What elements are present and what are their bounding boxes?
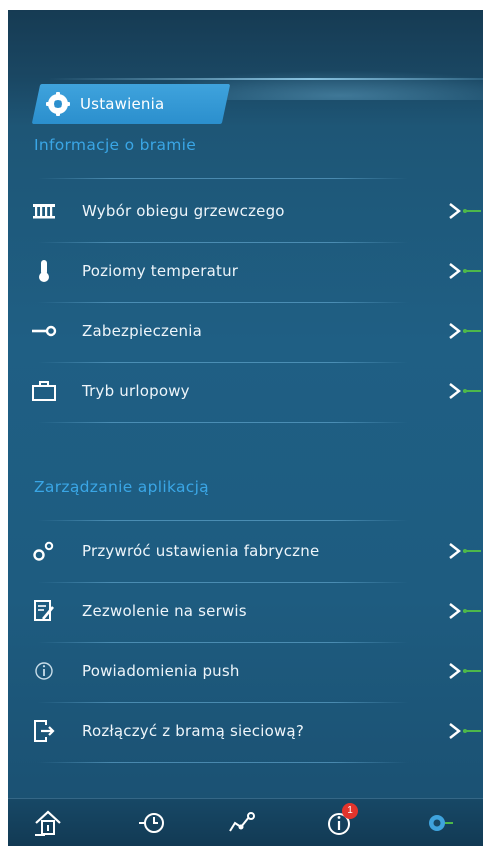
info-icon bbox=[30, 657, 58, 685]
nav-settings-button[interactable] bbox=[418, 805, 458, 841]
home-icon bbox=[35, 810, 61, 836]
divider bbox=[38, 422, 408, 423]
notification-badge: 1 bbox=[342, 803, 358, 819]
factory-reset-icon bbox=[30, 537, 58, 565]
chevron-right-icon bbox=[449, 543, 481, 559]
menu-item-vacation-mode[interactable]: Tryb urlopowy bbox=[30, 362, 483, 420]
menu-item-factory-reset[interactable]: Przywróć ustawienia fabryczne bbox=[30, 522, 483, 580]
system-graph-icon bbox=[229, 812, 255, 832]
heating-circuit-icon bbox=[30, 197, 58, 225]
key-icon bbox=[30, 317, 58, 345]
menu-item-label: Powiadomienia push bbox=[82, 662, 240, 680]
chevron-right-icon bbox=[449, 383, 481, 399]
chevron-right-icon bbox=[449, 663, 481, 679]
settings-screen: Ustawienia Informacje o bramie Wybór obi… bbox=[8, 10, 483, 846]
menu-item-disconnect-gateway[interactable]: Rozłączyć z bramą sieciową? bbox=[30, 702, 483, 760]
section-title-app-management: Zarządzanie aplikacją bbox=[34, 478, 209, 496]
chevron-right-icon bbox=[449, 203, 481, 219]
settings-tab[interactable]: Ustawienia bbox=[46, 84, 165, 124]
gear-icon bbox=[429, 815, 453, 831]
menu-item-label: Zezwolenie na serwis bbox=[82, 602, 247, 620]
menu-item-heating-circuit[interactable]: Wybór obiegu grzewczego bbox=[30, 182, 483, 240]
nav-system-button[interactable] bbox=[222, 805, 262, 841]
menu-item-push-notifications[interactable]: Powiadomienia push bbox=[30, 642, 483, 700]
chevron-right-icon bbox=[449, 723, 481, 739]
bottom-navigation: 1 bbox=[8, 798, 483, 846]
section-title-gateway-info: Informacje o bramie bbox=[34, 136, 197, 154]
chevron-right-icon bbox=[449, 603, 481, 619]
divider bbox=[38, 520, 408, 521]
menu-item-label: Przywróć ustawienia fabryczne bbox=[82, 542, 320, 560]
tab-label: Ustawienia bbox=[80, 95, 165, 113]
gear-icon bbox=[46, 92, 70, 116]
nav-home-button[interactable] bbox=[28, 805, 68, 841]
menu-item-label: Wybór obiegu grzewczego bbox=[82, 202, 285, 220]
chevron-right-icon bbox=[449, 263, 481, 279]
thermometer-icon bbox=[30, 257, 58, 285]
nav-history-button[interactable] bbox=[132, 805, 172, 841]
history-icon bbox=[139, 813, 164, 833]
menu-item-security[interactable]: Zabezpieczenia bbox=[30, 302, 483, 360]
menu-item-label: Zabezpieczenia bbox=[82, 322, 203, 340]
chevron-right-icon bbox=[449, 323, 481, 339]
suitcase-icon bbox=[30, 377, 58, 405]
disconnect-icon bbox=[30, 717, 58, 745]
menu-item-label: Rozłączyć z bramą sieciową? bbox=[82, 722, 304, 740]
service-permission-icon bbox=[30, 597, 58, 625]
divider bbox=[38, 762, 408, 763]
nav-info-button[interactable]: 1 bbox=[320, 803, 360, 841]
divider bbox=[38, 178, 408, 179]
menu-item-temperature-levels[interactable]: Poziomy temperatur bbox=[30, 242, 483, 300]
menu-item-label: Tryb urlopowy bbox=[82, 382, 190, 400]
menu-item-service-permission[interactable]: Zezwolenie na serwis bbox=[30, 582, 483, 640]
menu-item-label: Poziomy temperatur bbox=[82, 262, 239, 280]
